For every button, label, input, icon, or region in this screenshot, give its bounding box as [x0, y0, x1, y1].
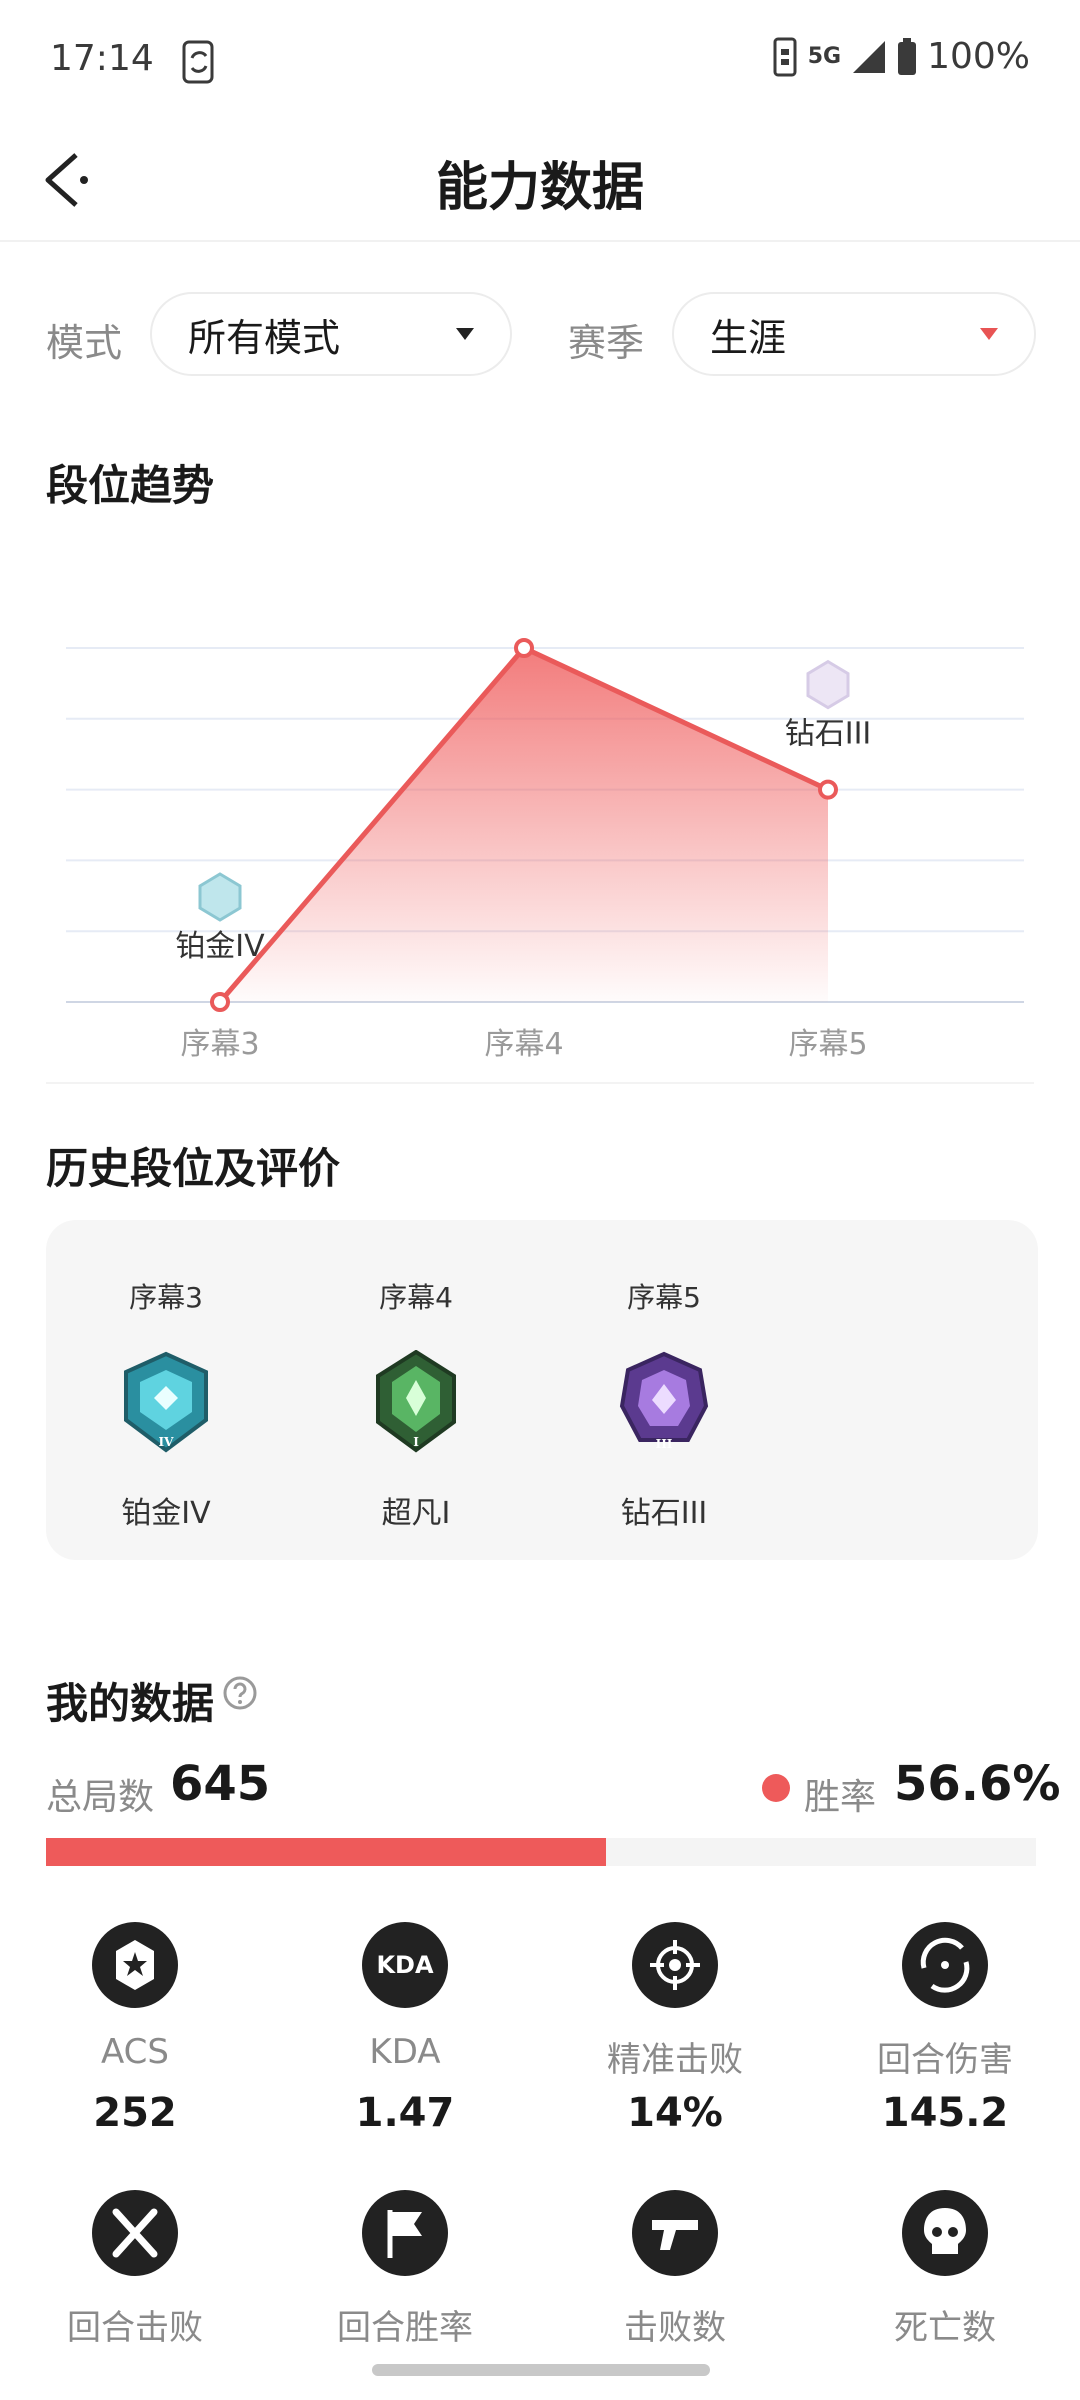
stat-value: 145.2 [881, 2090, 1009, 2136]
win-rate-dot [762, 1774, 790, 1802]
rank-trend-title: 段位趋势 [46, 461, 215, 510]
battery-icon [898, 37, 917, 75]
crosshair-icon [632, 1922, 718, 2008]
history-rank: 超凡I [381, 1496, 451, 1531]
battery-percent: 100% [927, 36, 1030, 77]
win-rate-value: 56.6% [894, 1756, 1061, 1812]
mode-select[interactable]: 所有模式 [150, 292, 512, 376]
trend-point [210, 992, 230, 1012]
rank-badge-icon [806, 659, 850, 710]
ascendant-badge-icon: I [376, 1350, 456, 1453]
stat-value: 252 [93, 2090, 177, 2136]
flag-icon [362, 2190, 448, 2276]
trend-point [514, 638, 534, 658]
rank-badge-icon [198, 872, 242, 922]
season-select[interactable]: 生涯 [672, 292, 1036, 376]
total-games-label: 总局数 [46, 1777, 155, 1818]
season-label: 赛季 [568, 321, 645, 365]
mode-label: 模式 [46, 321, 123, 365]
rank-trend-chart: 序幕3 铂金IV 序幕4 序幕5 钻石III [66, 638, 1024, 1062]
stat-label: KDA [369, 2032, 441, 2072]
gun-icon [632, 2190, 718, 2276]
history-season: 序幕3 [129, 1281, 203, 1314]
stat-label: 回合伤害 [877, 2040, 1013, 2080]
damage-icon [902, 1922, 988, 2008]
stat-label: 精准击败 [607, 2040, 743, 2080]
svg-text:I: I [413, 1435, 419, 1449]
point-rank-label: 铂金IV [175, 929, 265, 964]
history-rank: 铂金IV [121, 1496, 211, 1531]
my-data-title: 我的数据 [46, 1679, 215, 1728]
chevron-down-icon [456, 328, 474, 340]
section-divider [46, 1082, 1034, 1084]
point-rank-label: 钻石III [785, 717, 872, 752]
x-tick-label: 序幕5 [788, 1027, 867, 1062]
page-title: 能力数据 [435, 158, 644, 218]
svg-text:IV: IV [159, 1435, 175, 1449]
status-indicators: 5G 100% [772, 36, 1030, 77]
mode-select-value: 所有模式 [188, 315, 341, 360]
history-season: 序幕4 [379, 1281, 453, 1314]
network-type: 5G [807, 43, 842, 69]
stat-label: 回合击败 [67, 2308, 203, 2348]
season-select-value: 生涯 [710, 315, 787, 360]
signal-icon [853, 40, 886, 73]
stat-label: 死亡数 [894, 2308, 996, 2348]
win-rate-label: 胜率 [804, 1777, 877, 1818]
vibrate-icon [773, 37, 797, 76]
svg-text:KDA: KDA [376, 1951, 434, 1979]
history-title: 历史段位及评价 [46, 1144, 341, 1193]
stat-value: 14% [627, 2090, 723, 2136]
star-icon [92, 1922, 178, 2008]
diamond-badge-icon: III [619, 1351, 709, 1451]
stat-value: 1.47 [355, 2090, 455, 2136]
sync-icon [180, 40, 218, 84]
header-divider [0, 240, 1080, 242]
chevron-down-icon [980, 328, 998, 340]
crossed-blades-icon [92, 2190, 178, 2276]
stat-label: 击败数 [624, 2308, 726, 2348]
history-card: 序幕3 IV 铂金IV 序幕4 I 超凡I 序幕5 III 钻石III [46, 1220, 1038, 1560]
status-time: 17:14 [50, 38, 154, 79]
win-rate-bar-fill [46, 1838, 607, 1866]
stat-label: 回合胜率 [337, 2308, 473, 2348]
help-icon[interactable] [222, 1675, 258, 1711]
skull-icon [902, 2190, 988, 2276]
x-tick-label: 序幕3 [180, 1027, 259, 1062]
kda-icon: KDA [362, 1922, 448, 2008]
home-indicator [372, 2364, 710, 2376]
stat-label: ACS [101, 2032, 169, 2072]
trend-area [220, 648, 828, 1002]
svg-text:III: III [656, 1437, 673, 1451]
history-rank: 钻石III [620, 1496, 708, 1531]
x-tick-label: 序幕4 [484, 1027, 563, 1062]
trend-point [818, 779, 838, 800]
platinum-badge-icon: IV [124, 1351, 208, 1453]
total-games-value: 645 [170, 1756, 271, 1812]
history-season: 序幕5 [627, 1281, 701, 1314]
